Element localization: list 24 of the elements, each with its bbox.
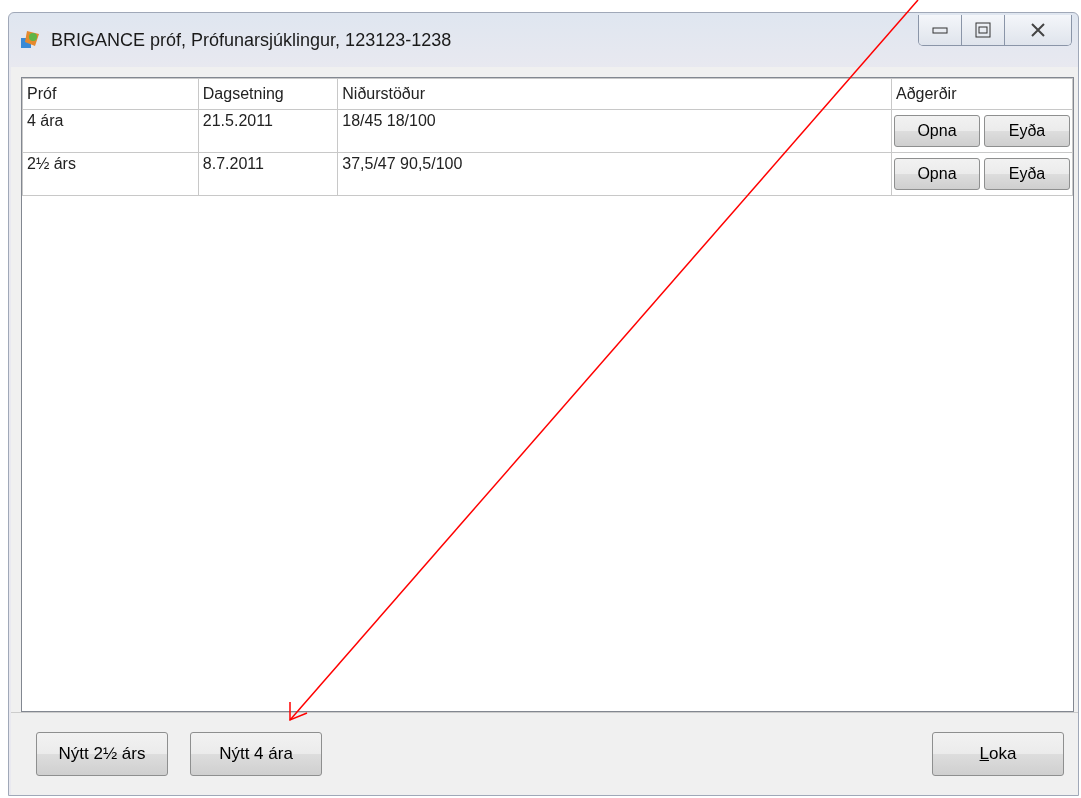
close-icon bbox=[1030, 23, 1046, 37]
minimize-icon bbox=[932, 25, 948, 35]
maximize-button[interactable] bbox=[961, 15, 1004, 45]
new-test-button[interactable]: Nýtt 2½ árs bbox=[36, 732, 168, 776]
open-button[interactable]: Opna bbox=[894, 158, 980, 190]
table-cell: 18/45 18/100 bbox=[337, 109, 892, 153]
delete-button[interactable]: Eyða bbox=[984, 158, 1070, 190]
maximize-icon bbox=[975, 22, 991, 38]
column-header: Aðgerðir bbox=[891, 78, 1073, 110]
column-header: Niðurstöður bbox=[337, 78, 892, 110]
new-test-button[interactable]: Nýtt 4 ára bbox=[190, 732, 322, 776]
table-cell: 4 ára bbox=[22, 109, 199, 153]
open-button[interactable]: Opna bbox=[894, 115, 980, 147]
column-header: Próf bbox=[22, 78, 199, 110]
column-header: Dagsetning bbox=[198, 78, 338, 110]
table-cell: 8.7.2011 bbox=[198, 152, 338, 196]
close-button[interactable] bbox=[1004, 15, 1071, 45]
window-title: BRIGANCE próf, Prófunarsjúklingur, 123123-1238 bbox=[51, 29, 453, 51]
table-cell: 37,5/47 90,5/100 bbox=[337, 152, 892, 196]
close-button[interactable]: Loka bbox=[932, 732, 1064, 776]
table-cell: 21.5.2011 bbox=[198, 109, 338, 153]
delete-button[interactable]: Eyða bbox=[984, 115, 1070, 147]
minimize-button[interactable] bbox=[919, 15, 961, 45]
table-cell: 2½ árs bbox=[22, 152, 199, 196]
